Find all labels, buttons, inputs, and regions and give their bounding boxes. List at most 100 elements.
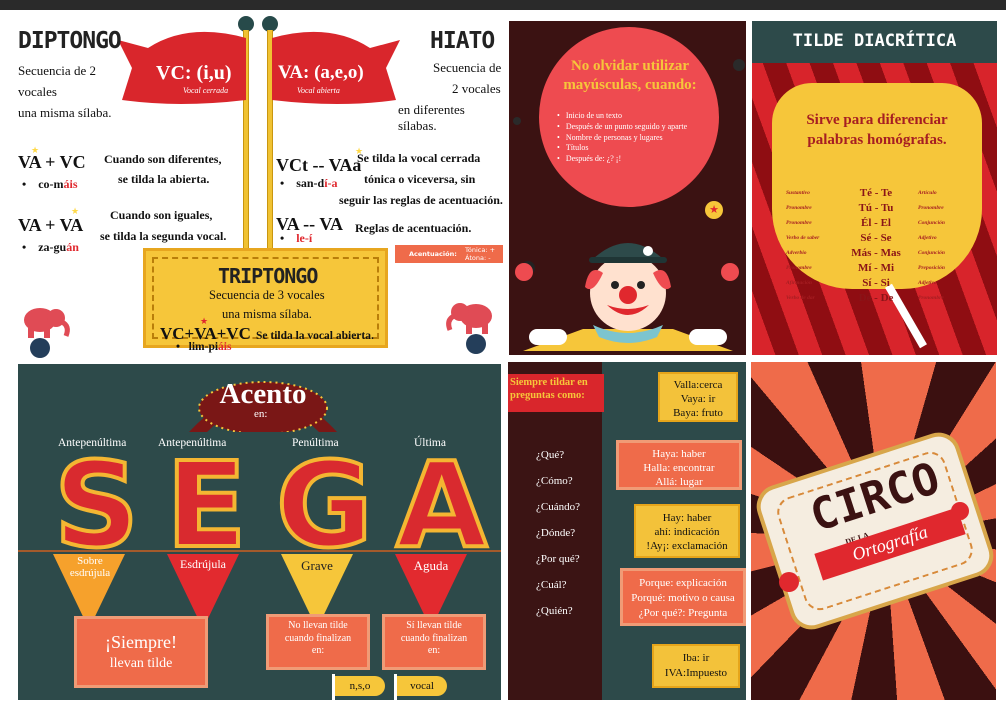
- tilde-desc: Sirve para diferenciar palabras homógraf…: [806, 112, 948, 148]
- circo-panel: CIRCO DE LA Ortografía: [751, 362, 996, 700]
- letter-e: E: [164, 436, 249, 574]
- mayusculas-list: • Inicio de un texto • Después de un pun…: [557, 111, 717, 165]
- hiato-rule1-example: • san-dí-a: [280, 176, 338, 190]
- list-item: • Después de un punto seguido y aparte: [557, 121, 688, 131]
- diacritic-pair: Mí - Mi: [857, 261, 895, 274]
- diacritic-right: Artículo: [918, 189, 937, 196]
- decor-dot: [733, 59, 745, 71]
- star-icon: ★: [31, 145, 40, 155]
- diacritic-right: Conjunción: [918, 249, 945, 256]
- always-line-1: ¡Siempre!: [105, 632, 177, 652]
- triptongo-desc-2: una misma sílaba.: [222, 307, 312, 321]
- triptongo-text: Se tilda la vocal abierta.: [256, 330, 374, 342]
- diacritic-right: Pronombre: [918, 294, 944, 301]
- acento-panel: Acento en: Antepenúltima Antepenúltima P…: [18, 364, 501, 700]
- hiato-title: HIATO: [430, 28, 495, 54]
- homophone-box-valla: Valla:cerca Vaya: ir Baya: fruto: [658, 372, 738, 422]
- grave-rule: No llevan tilde cuando finalizan en:: [284, 620, 352, 656]
- mayusculas-panel: No olvidar utilizar mayúsculas, cuando: …: [509, 21, 746, 355]
- triptongo-example: • lim-piáis: [176, 341, 232, 353]
- diacritic-left: Adverbio: [786, 249, 807, 256]
- hiato-desc-3: en diferentes sílabas.: [398, 102, 465, 133]
- question-list: ¿Qué? ¿Cómo? ¿Cuándo? ¿Dónde? ¿Por qué? …: [536, 442, 580, 624]
- list-item: • Títulos: [557, 143, 589, 153]
- top-border: [0, 0, 1006, 10]
- star-icon: ★: [71, 206, 80, 216]
- diacritic-row: Verbo de dar Dé - De Pronombre: [786, 290, 966, 305]
- question-item: ¿Qué?: [536, 449, 565, 461]
- diacritic-left: Verbo de saber: [786, 234, 820, 241]
- type-grave: Grave: [301, 558, 333, 573]
- diacritic-pair: Tú - Tu: [858, 201, 894, 214]
- diptongo-rule1-text-2: se tilda la abierta.: [118, 172, 210, 186]
- diptongo-desc-2: vocales: [18, 84, 57, 99]
- diacritic-pair: Té - Te: [859, 186, 893, 199]
- hiato-desc-1: Secuencia de: [433, 60, 502, 75]
- circus-elephant-icon: [24, 308, 70, 358]
- diacritic-right: Preposición: [918, 264, 945, 271]
- hiato-rule2-text: Reglas de acentuación.: [355, 221, 472, 235]
- circus-elephant-icon: [446, 303, 492, 354]
- list-item: • Después de: ¿? ¡!: [557, 154, 622, 164]
- star-icon: ★: [200, 316, 209, 326]
- hiato-rule1-text-1: Se tilda la vocal cerrada: [357, 151, 481, 165]
- diacritic-left: Pronombre: [786, 264, 812, 271]
- question-item: ¿Dónde?: [536, 527, 576, 539]
- diacritic-left: Verbo de dar: [786, 294, 815, 301]
- clown-icon: [523, 243, 733, 351]
- question-item: ¿Cuál?: [536, 579, 567, 591]
- diacritic-pair: Sé - Se: [860, 231, 892, 244]
- homophone-box-porque: Porque: explicación Porqué: motivo o caus…: [620, 568, 746, 626]
- diacritic-pair: Él - El: [861, 216, 891, 229]
- diptongo-rule1-example: • co-máis: [22, 177, 78, 191]
- question-item: ¿Cuándo?: [536, 501, 580, 513]
- tilde-title: TILDE DIACRÍTICA: [792, 31, 957, 51]
- list-item: • Inicio de un texto: [557, 111, 623, 120]
- type-esdrujula: Esdrújula: [180, 557, 226, 571]
- triptongo-desc-1: Secuencia de 3 vocales: [209, 288, 325, 302]
- diacritic-left: Pronombre: [786, 219, 812, 226]
- diacritic-left: Pronombre: [786, 204, 812, 211]
- diacritic-row: Afirmación Sí - Si Adjetivo: [786, 275, 966, 290]
- diacritic-pair: Más - Mas: [851, 246, 901, 259]
- diacritic-row: Pronombre Mí - Mi Preposición: [786, 260, 966, 275]
- hiato-rule1-text-2: tónica o viceversa, sin: [364, 172, 476, 186]
- letter-g: G: [274, 436, 375, 574]
- acento-title: Acento: [219, 378, 307, 410]
- divider-rope: [18, 550, 501, 552]
- diptongo-rule2-text-1: Cuando son iguales,: [110, 208, 213, 222]
- diptongo-title: DIPTONGO: [18, 28, 122, 54]
- triptongo-title: TRIPTONGO: [218, 264, 318, 288]
- list-item: • Nombre de personas y lugares: [557, 132, 663, 142]
- diptongo-rule2-text-2: se tilda la segunda vocal.: [100, 229, 227, 243]
- star-ball-icon: ★: [705, 201, 723, 219]
- flag-vc-sub: Vocal cerrada: [183, 86, 229, 95]
- question-item: ¿Cómo?: [536, 475, 573, 487]
- hiato-rule1-text-3: seguir las reglas de acentuación.: [339, 193, 503, 207]
- diacritic-pair: Sí - Si: [862, 276, 890, 289]
- letter-s: S: [52, 436, 141, 574]
- diptongo-rule1-text-1: Cuando son diferentes,: [104, 152, 222, 166]
- flag-vc-label: VC: (i,u): [156, 62, 232, 84]
- diacritic-row: Verbo de saber Sé - Se Adjetivo: [786, 230, 966, 245]
- always-line-2: llevan tilde: [109, 656, 173, 671]
- banner-text: Siempre tildar en preguntas como:: [510, 377, 588, 401]
- preguntas-panel: Siempre tildar en preguntas como: ¿Qué? ¿…: [508, 362, 746, 700]
- diptongo-desc-1: Secuencia de 2: [18, 63, 96, 78]
- diptongo-desc-3: una misma sílaba.: [18, 105, 112, 120]
- type-sobresdrujula: Sobre esdrújula: [69, 555, 111, 580]
- diacritic-row: Pronombre Tú - Tu Pronombre: [786, 200, 966, 215]
- hiato-rule1-formula: VCt -- VAa: [276, 155, 362, 175]
- diacritic-row: Adverbio Más - Mas Conjunción: [786, 245, 966, 260]
- diacritic-right: Adjetivo: [918, 279, 937, 286]
- hiato-rule2-example: • le-í: [280, 231, 313, 245]
- tilde-diacritica-panel: TILDE DIACRÍTICA Sirve para diferenciar …: [752, 21, 997, 355]
- diacritic-right: Adjetivo: [918, 234, 937, 241]
- type-aguda: Aguda: [413, 558, 449, 573]
- diptongo-hiato-panel: VC: (i,u) Vocal cerrada VA: (a,e,o) Voca…: [0, 10, 505, 360]
- flag-vocal: vocal: [397, 676, 447, 696]
- hiato-desc-2: 2 vocales: [452, 81, 501, 96]
- flag-va-sub: Vocal abierta: [297, 86, 340, 95]
- accent-legend: Acentuación: Tónica: + Átona: -: [395, 245, 503, 263]
- flag-nso: n,s,o: [335, 676, 385, 696]
